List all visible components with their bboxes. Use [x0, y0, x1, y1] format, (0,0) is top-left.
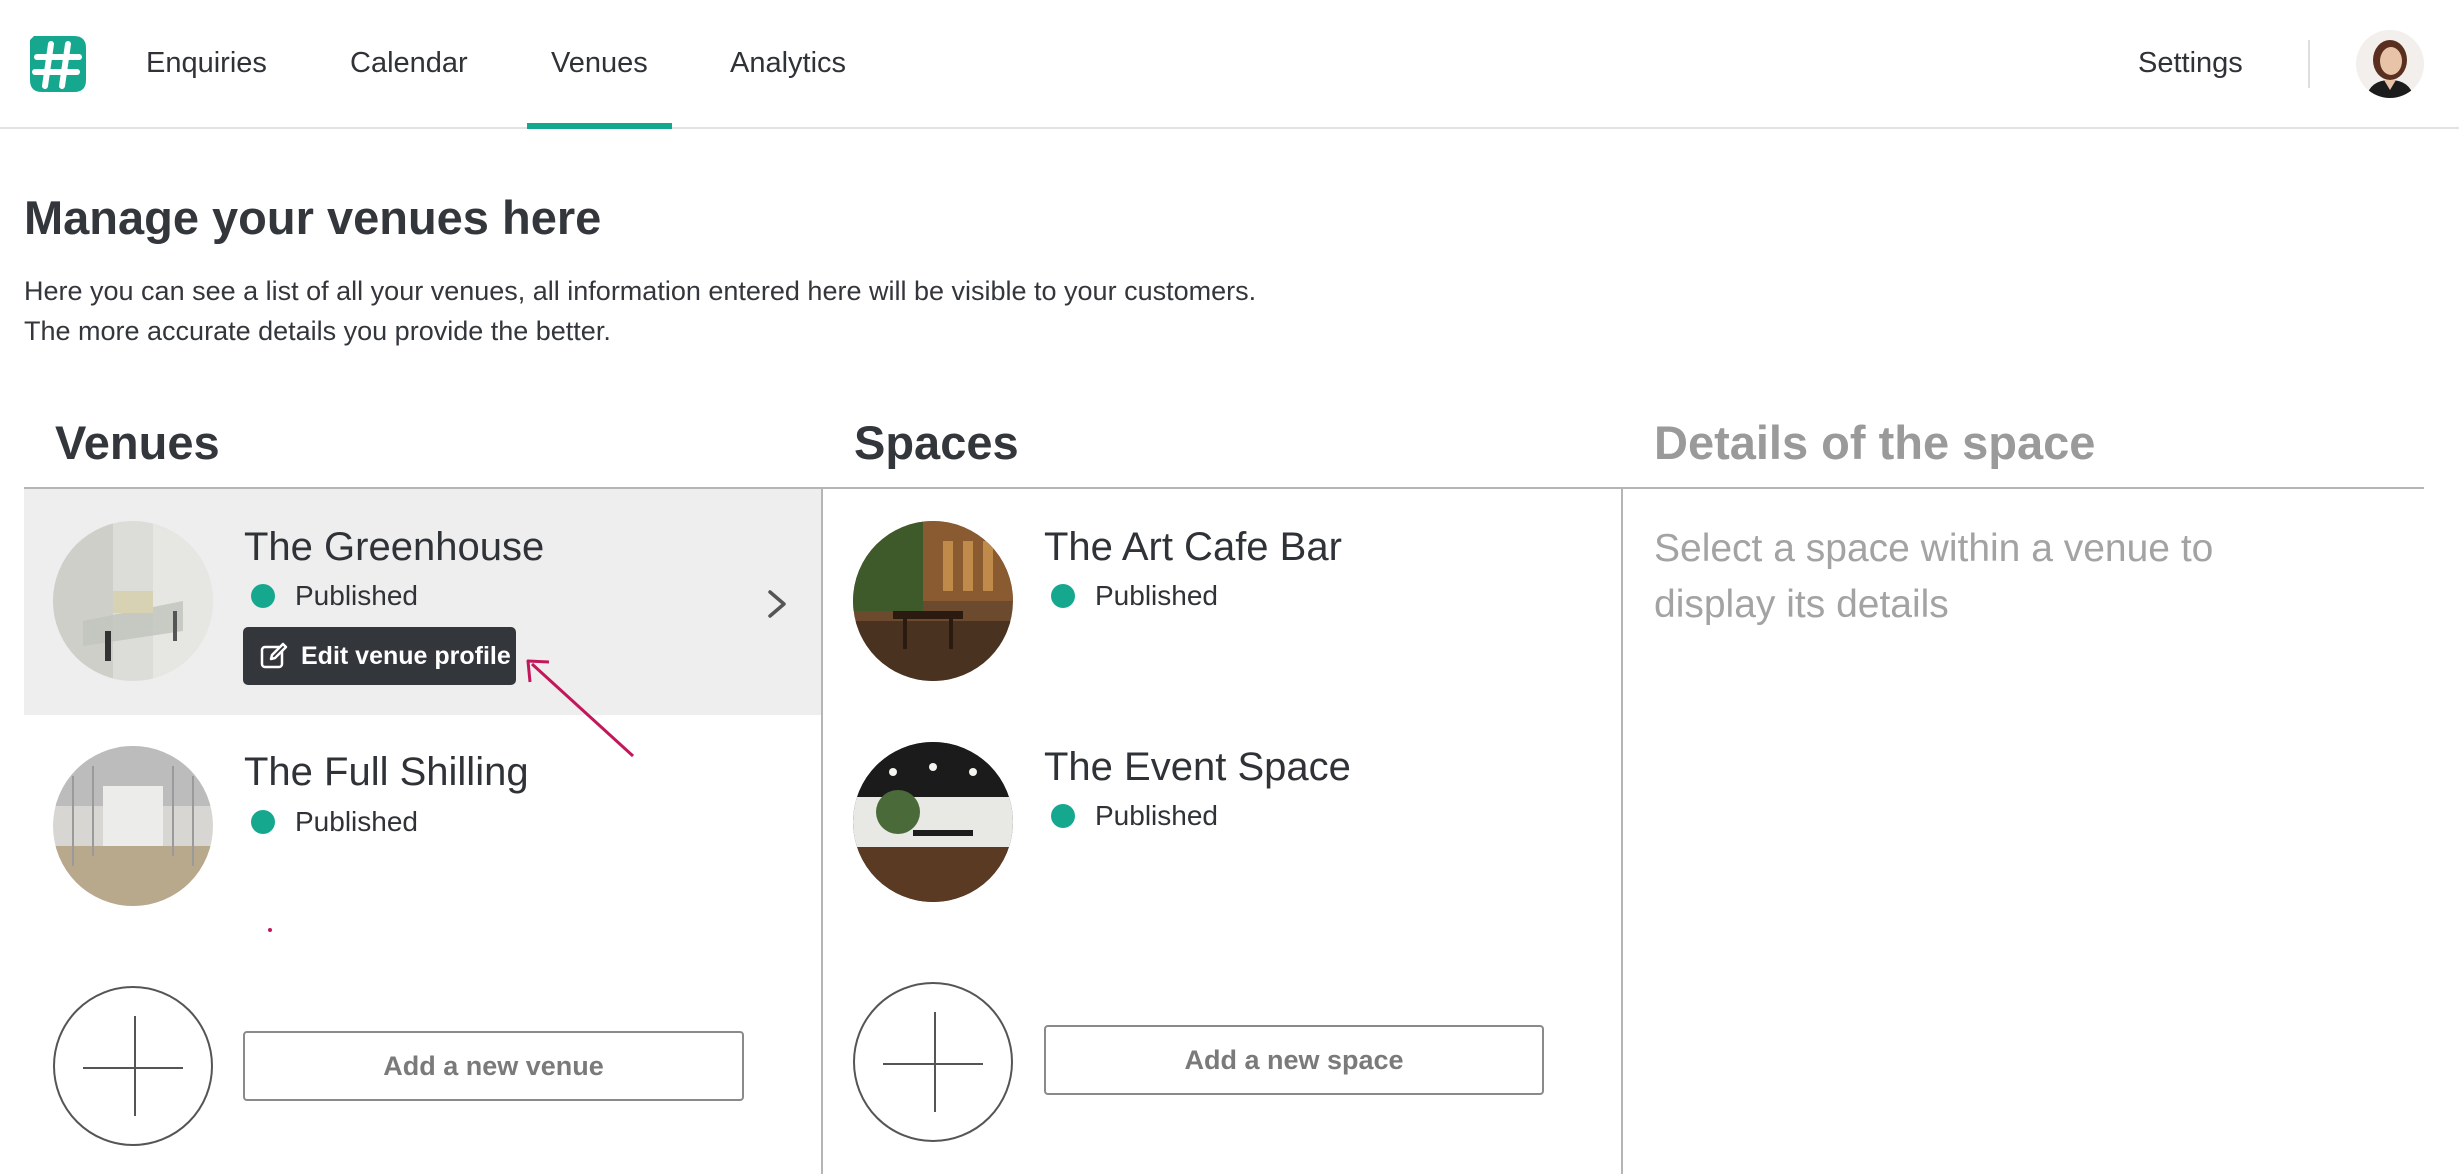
- settings-link[interactable]: Settings: [2138, 0, 2243, 127]
- space-status-label: Published: [1095, 580, 1218, 611]
- space-thumbnail: [853, 742, 1013, 902]
- edit-venue-profile-button[interactable]: Edit venue profile: [243, 627, 516, 685]
- edit-pencil-icon: [260, 642, 288, 669]
- user-avatar[interactable]: [2356, 30, 2424, 98]
- chevron-right-icon[interactable]: [762, 584, 792, 624]
- space-status: Published: [1051, 800, 1218, 832]
- nav-tab-analytics[interactable]: Analytics: [730, 0, 846, 127]
- nav-tab-calendar[interactable]: Calendar: [350, 0, 468, 127]
- venue-status: Published: [251, 580, 418, 612]
- hash-logo-icon[interactable]: [24, 30, 92, 98]
- page-intro: Here you can see a list of all your venu…: [24, 271, 1256, 351]
- plus-icon[interactable]: [853, 982, 1013, 1142]
- add-space-button[interactable]: Add a new space: [1044, 1025, 1544, 1095]
- intro-line-2: The more accurate details you provide th…: [24, 316, 611, 346]
- plus-icon[interactable]: [53, 986, 213, 1146]
- avatar-image: [2356, 30, 2424, 98]
- space-name[interactable]: The Art Cafe Bar: [1044, 525, 1342, 570]
- space-name[interactable]: The Event Space: [1044, 745, 1351, 790]
- intro-line-1: Here you can see a list of all your venu…: [24, 276, 1257, 306]
- edit-venue-profile-label: Edit venue profile: [301, 641, 511, 670]
- published-status-dot: [1051, 584, 1075, 608]
- venues-column-heading: Venues: [55, 416, 220, 469]
- venue-name[interactable]: The Full Shilling: [244, 750, 529, 795]
- venue-thumbnail: [53, 746, 213, 906]
- space-thumbnail: [853, 521, 1013, 681]
- page-title: Manage your venues here: [24, 191, 602, 244]
- add-venue-button[interactable]: Add a new venue: [243, 1031, 744, 1101]
- venue-status-label: Published: [295, 580, 418, 611]
- details-placeholder-text: Select a space within a venue to display…: [1654, 527, 2214, 626]
- details-column-heading: Details of the space: [1654, 416, 2096, 469]
- venue-status-label: Published: [295, 806, 418, 837]
- space-status-label: Published: [1095, 800, 1218, 831]
- column-divider: [821, 489, 823, 1174]
- header-divider: [2308, 40, 2310, 88]
- spaces-column-heading: Spaces: [854, 416, 1019, 469]
- published-status-dot: [251, 584, 275, 608]
- top-navigation-bar: Enquiries Calendar Venues Analytics Sett…: [0, 0, 2459, 129]
- published-status-dot: [1051, 804, 1075, 828]
- published-status-dot: [251, 810, 275, 834]
- venue-status: Published: [251, 806, 418, 838]
- nav-tab-venues[interactable]: Venues: [527, 0, 672, 129]
- space-status: Published: [1051, 580, 1218, 612]
- venue-thumbnail: [53, 521, 213, 681]
- nav-tab-enquiries[interactable]: Enquiries: [146, 0, 267, 127]
- column-divider: [1621, 489, 1623, 1174]
- venue-name[interactable]: The Greenhouse: [244, 525, 544, 570]
